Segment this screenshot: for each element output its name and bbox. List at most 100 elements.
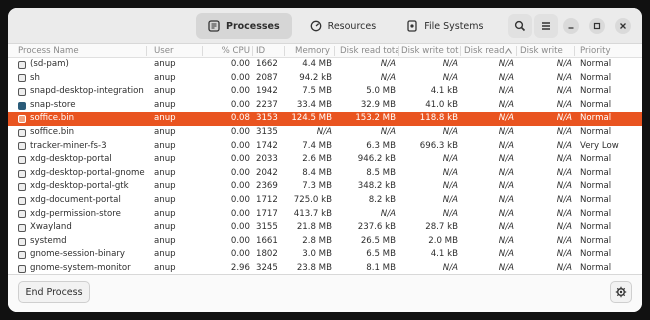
system-monitor-window: Processes Resources File Systems Process…: [8, 8, 642, 312]
table-row[interactable]: snap-store anup 0.00 2237 33.4 MB 32.9 MB 41.0…: [8, 99, 642, 113]
process-icon: [18, 87, 26, 96]
process-icon: [18, 237, 26, 246]
cell-cpu: 2.96: [230, 262, 250, 273]
column-header-id[interactable]: ID: [256, 45, 286, 57]
cell-id: 1661: [256, 235, 278, 246]
cell-id: 2237: [256, 99, 278, 110]
cell-disk-read-total: 153.2 MB: [355, 113, 396, 124]
table-row[interactable]: xdg-permission-store anup 0.00 1717 413.7 kB…: [8, 208, 642, 222]
column-header-user[interactable]: User: [154, 45, 204, 57]
cell-priority: Normal: [580, 99, 612, 110]
search-button[interactable]: [508, 14, 532, 38]
cell-disk-write: N/A: [556, 194, 572, 205]
minimize-button[interactable]: [563, 18, 579, 34]
cell-disk-write: N/A: [556, 181, 572, 192]
cell-priority: Normal: [580, 72, 612, 83]
table-row[interactable]: snapd-desktop-integration anup 0.00 1942 7.5…: [8, 85, 642, 99]
table-row[interactable]: sh anup 0.00 2087 94.2 kB N/A N/A N/A N/A Normal: [8, 72, 642, 86]
column-separator[interactable]: [516, 46, 517, 56]
maximize-button[interactable]: [589, 18, 605, 34]
cell-disk-read: N/A: [498, 154, 514, 165]
cell-disk-read: N/A: [498, 167, 514, 178]
cell-id: 2087: [256, 72, 278, 83]
table-row[interactable]: systemd anup 0.00 1661 2.8 MB 26.5 MB 2.0 MB N/…: [8, 235, 642, 249]
tab-processes[interactable]: Processes: [196, 13, 292, 39]
cell-user: anup: [154, 194, 176, 205]
cell-disk-write: N/A: [556, 235, 572, 246]
column-header-disk-write[interactable]: Disk write: [520, 45, 572, 57]
cell-name: xdg-desktop-portal: [30, 154, 112, 165]
cell-disk-read: N/A: [498, 222, 514, 233]
cell-priority: Normal: [580, 208, 612, 219]
column-separator[interactable]: [334, 46, 335, 56]
cell-user: anup: [154, 262, 176, 273]
search-icon: [514, 20, 526, 32]
column-separator[interactable]: [398, 46, 399, 56]
column-separator[interactable]: [574, 46, 575, 56]
resources-icon: [310, 20, 322, 32]
cell-memory: 23.8 MB: [296, 262, 332, 273]
column-header-cpu[interactable]: % CPU: [204, 45, 250, 57]
table-row[interactable]: soffice.bin anup 0.08 3153 124.5 MB 153.2 MB 1…: [8, 112, 642, 126]
cell-name: snap-store: [30, 99, 76, 110]
column-header-memory[interactable]: Memory: [286, 45, 330, 57]
cell-id: 3245: [256, 262, 278, 273]
end-process-label: End Process: [25, 286, 83, 298]
column-separator[interactable]: [252, 46, 253, 56]
table-header: Process Name User % CPU ID Memory Disk r…: [8, 44, 642, 58]
table-row[interactable]: Xwayland anup 0.00 3155 21.8 MB 237.6 kB 28.7 …: [8, 221, 642, 235]
cell-disk-read-total: 32.9 MB: [360, 99, 396, 110]
column-header-process-name[interactable]: Process Name: [18, 45, 148, 57]
column-header-disk-write-total[interactable]: Disk write tot: [401, 45, 459, 57]
tab-file-systems-label: File Systems: [424, 20, 484, 32]
cell-name: soffice.bin: [30, 113, 75, 124]
close-button[interactable]: [615, 18, 631, 34]
process-icon: [18, 196, 26, 205]
cell-memory: 33.4 MB: [296, 99, 332, 110]
column-separator[interactable]: [460, 46, 461, 56]
column-separator[interactable]: [146, 46, 147, 56]
table-row[interactable]: xdg-desktop-portal anup 0.00 2033 2.6 MB 946.…: [8, 153, 642, 167]
cell-cpu: 0.00: [230, 154, 250, 165]
process-options-button[interactable]: [610, 281, 632, 303]
cell-user: anup: [154, 140, 176, 151]
cell-disk-write: N/A: [556, 222, 572, 233]
cell-memory: 725.0 kB: [293, 194, 332, 205]
tab-resources[interactable]: Resources: [298, 13, 389, 39]
table-row[interactable]: xdg-desktop-portal-gtk anup 0.00 2369 7.3 MB…: [8, 180, 642, 194]
cell-id: 1662: [256, 59, 278, 69]
cell-user: anup: [154, 113, 176, 124]
table-row[interactable]: gnome-session-binary anup 0.00 1802 3.0 MB 6.…: [8, 248, 642, 262]
table-row[interactable]: xdg-desktop-portal-gnome anup 0.00 2042 8.4 …: [8, 167, 642, 181]
cell-memory: 7.4 MB: [302, 140, 332, 151]
table-row[interactable]: soffice.bin anup 0.00 3135 N/A N/A N/A N/A N/A No…: [8, 126, 642, 140]
process-icon: [18, 223, 26, 232]
footer-bar: End Process: [8, 274, 642, 312]
table-row[interactable]: (sd-pam) anup 0.00 1662 4.4 MB N/A N/A N/A N/A No…: [8, 58, 642, 72]
end-process-button[interactable]: End Process: [18, 281, 90, 303]
table-row[interactable]: tracker-miner-fs-3 anup 0.00 1742 7.4 MB 6.3 …: [8, 140, 642, 154]
cell-priority: Normal: [580, 154, 612, 165]
cell-disk-read-total: 26.5 MB: [360, 235, 396, 246]
cell-disk-write: N/A: [556, 72, 572, 83]
process-icon: [18, 101, 26, 110]
column-header-disk-read-total[interactable]: Disk read tota: [340, 45, 398, 57]
cell-name: gnome-session-binary: [30, 249, 126, 260]
main-menu-button[interactable]: [534, 14, 558, 38]
column-separator[interactable]: [284, 46, 285, 56]
cell-name: sh: [30, 72, 40, 83]
cell-disk-write-total: N/A: [442, 208, 458, 219]
cell-disk-read: N/A: [498, 140, 514, 151]
table-row[interactable]: xdg-document-portal anup 0.00 1712 725.0 kB 8…: [8, 194, 642, 208]
cell-disk-read: N/A: [498, 113, 514, 124]
column-separator[interactable]: [202, 46, 203, 56]
cell-disk-write-total: 4.1 kB: [430, 86, 458, 97]
cell-disk-write-total: N/A: [442, 167, 458, 178]
cell-disk-write: N/A: [556, 208, 572, 219]
cell-priority: Normal: [580, 249, 612, 260]
tab-file-systems[interactable]: File Systems: [394, 13, 495, 39]
column-header-priority[interactable]: Priority: [580, 45, 636, 57]
processes-icon: [208, 20, 220, 32]
table-row[interactable]: gnome-system-monitor anup 2.96 3245 23.8 MB 8…: [8, 262, 642, 274]
cell-disk-read-total: 6.5 MB: [366, 249, 396, 260]
